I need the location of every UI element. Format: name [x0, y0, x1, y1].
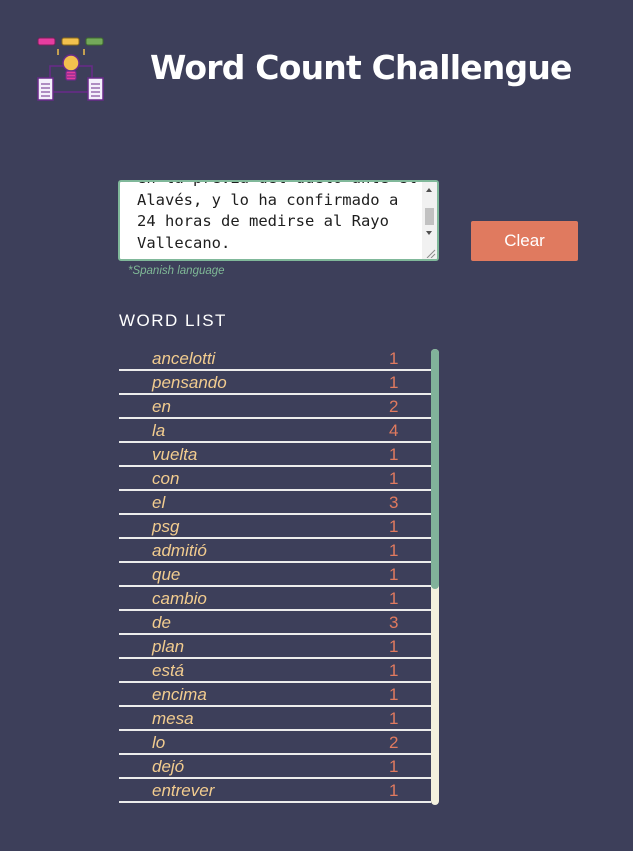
word-count: 1 [389, 517, 399, 536]
scroll-down-arrow-icon[interactable] [426, 231, 432, 235]
word-count: 1 [389, 565, 399, 584]
word-count: 1 [389, 757, 399, 776]
word-list-row: dejó 1 [119, 755, 431, 779]
word-count: 4 [389, 421, 399, 440]
word-count: 1 [389, 445, 399, 464]
word-count: 1 [389, 781, 399, 800]
word-text: de [152, 613, 171, 632]
word-list-row: de 3 [119, 611, 431, 635]
word-text: está [152, 661, 185, 680]
word-text: cambio [152, 589, 207, 608]
word-text: mesa [152, 709, 194, 728]
word-text: en [152, 397, 171, 416]
word-text: la [152, 421, 166, 440]
word-text: vuelta [152, 445, 198, 464]
word-list-row: cambio 1 [119, 587, 431, 611]
word-list-row: plan 1 [119, 635, 431, 659]
word-text: pensando [152, 373, 227, 392]
word-list-row: vuelta 1 [119, 443, 431, 467]
text-input-content[interactable]: en la previa del duelo ante el Alavés, y… [137, 182, 421, 254]
word-list-row: está 1 [119, 659, 431, 683]
word-text: entrever [152, 781, 215, 800]
word-text: con [152, 469, 180, 488]
word-text: encima [152, 685, 207, 704]
word-list-row: pensando 1 [119, 371, 431, 395]
app-logo-icon [37, 37, 104, 101]
word-text: ancelotti [152, 349, 216, 368]
word-list-row: la 4 [119, 419, 431, 443]
word-count: 1 [389, 685, 399, 704]
word-list-row: ancelotti 1 [119, 347, 431, 371]
word-count: 1 [389, 661, 399, 680]
word-text: plan [152, 637, 185, 656]
word-list-row: el 3 [119, 491, 431, 515]
word-list-row: psg 1 [119, 515, 431, 539]
word-text: dejó [152, 757, 185, 776]
word-count: 1 [389, 469, 399, 488]
word-count: 1 [389, 373, 399, 392]
textarea-scroll-thumb[interactable] [425, 208, 434, 225]
word-count: 3 [389, 493, 399, 512]
word-text: que [152, 565, 181, 584]
word-list: ancelotti 1 pensando 1 en 2 la 4 vuelta 1 con 1 el 3 p… [119, 347, 431, 803]
word-list-row: admitió 1 [119, 539, 431, 563]
word-count: 3 [389, 613, 399, 632]
word-list-row: que 1 [119, 563, 431, 587]
word-count: 2 [389, 733, 399, 752]
word-list-row: lo 2 [119, 731, 431, 755]
word-list-row: con 1 [119, 467, 431, 491]
word-text: lo [152, 733, 166, 752]
clear-button[interactable]: Clear [471, 221, 578, 261]
resize-grip-icon[interactable] [424, 248, 436, 258]
word-count: 1 [389, 637, 399, 656]
scroll-up-arrow-icon[interactable] [426, 188, 432, 192]
word-list-heading: WORD LIST [119, 311, 227, 330]
text-input[interactable]: en la previa del duelo ante el Alavés, y… [118, 180, 439, 261]
word-list-scroll-thumb[interactable] [431, 349, 439, 589]
word-text: psg [152, 517, 180, 536]
word-count: 1 [389, 349, 399, 368]
word-list-row: entrever 1 [119, 779, 431, 803]
word-list-scrollbar[interactable] [431, 349, 439, 805]
language-note: *Spanish language [128, 265, 225, 277]
word-list-row: encima 1 [119, 683, 431, 707]
word-list-row: mesa 1 [119, 707, 431, 731]
page-title: Word Count Challengue [150, 48, 572, 87]
word-list-row: en 2 [119, 395, 431, 419]
word-count: 1 [389, 589, 399, 608]
word-count: 2 [389, 397, 399, 416]
word-count: 1 [389, 541, 399, 560]
word-count: 1 [389, 709, 399, 728]
word-text: admitió [152, 541, 207, 560]
word-text: el [152, 493, 166, 512]
